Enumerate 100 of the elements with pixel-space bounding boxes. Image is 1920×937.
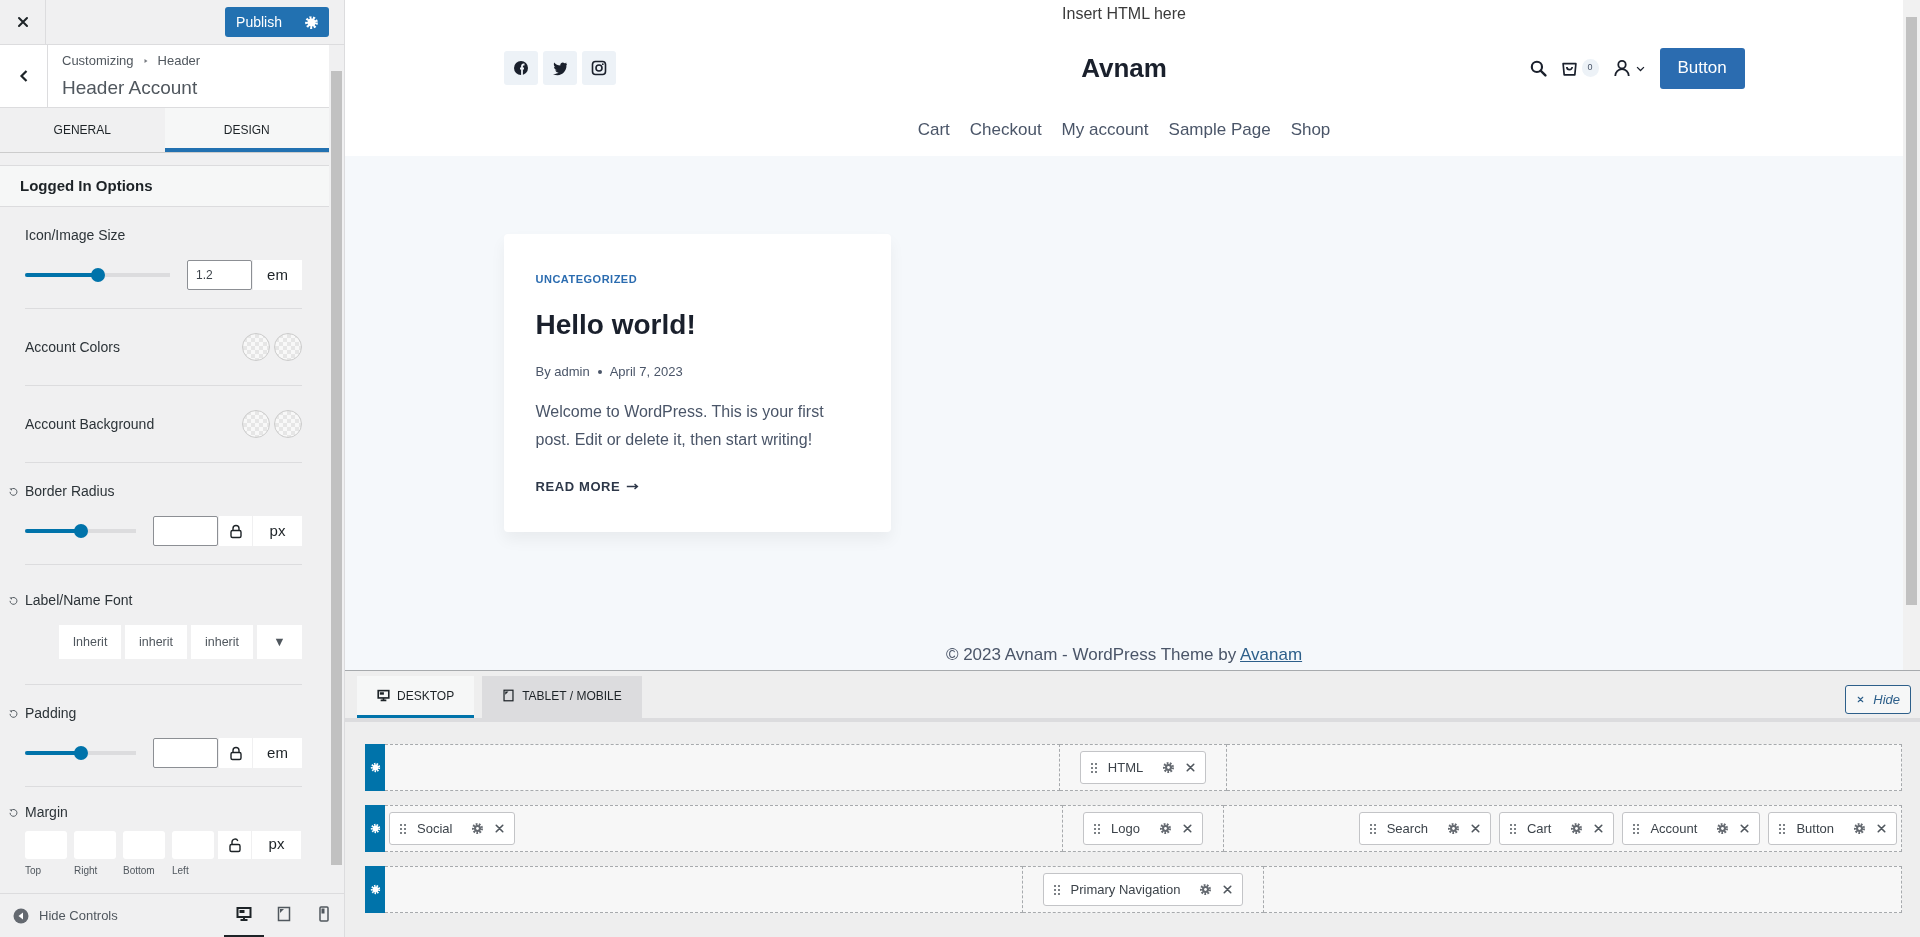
desktop-icon[interactable] <box>236 906 252 922</box>
category-link[interactable]: UNCATEGORIZED <box>535 273 638 285</box>
post-title[interactable]: Hello world! <box>535 304 859 346</box>
field-caption: Right <box>74 863 99 878</box>
reset-icon[interactable] <box>8 595 19 606</box>
hide-button[interactable]: Hide <box>1845 685 1911 714</box>
remove-icon[interactable] <box>1468 822 1482 835</box>
drag-handle-icon[interactable] <box>1367 821 1378 836</box>
dropdown-button[interactable]: ▼ <box>257 625 302 659</box>
nav-link[interactable]: Checkout <box>969 117 1042 143</box>
lock-icon[interactable] <box>227 745 244 761</box>
drag-handle-icon[interactable] <box>1507 821 1518 836</box>
builder-tab[interactable]: DESKTOP <box>357 676 475 718</box>
settings-icon[interactable] <box>1716 822 1730 835</box>
tablet-icon[interactable] <box>502 689 516 702</box>
unit-button[interactable]: em <box>253 738 302 768</box>
social-link[interactable] <box>542 51 577 85</box>
field-caption: Bottom <box>123 863 156 878</box>
nav-link[interactable]: Cart <box>917 117 950 143</box>
nav-link[interactable]: Shop <box>1290 117 1331 143</box>
unit-button[interactable]: px <box>253 516 302 546</box>
slider-thumb[interactable] <box>90 268 105 282</box>
font-setting-button[interactable]: Inherit <box>59 625 121 659</box>
breadcrumb-item: Header <box>157 52 201 70</box>
lock-icon[interactable] <box>226 836 243 853</box>
drag-handle-icon[interactable] <box>398 821 408 836</box>
builder-item[interactable]: HTML <box>1079 751 1207 784</box>
control-label: Icon/Image Size <box>25 226 126 245</box>
builder-item[interactable]: Account <box>1622 812 1761 845</box>
close-icon[interactable] <box>1856 695 1866 704</box>
scrollbar[interactable] <box>1903 0 1920 670</box>
row-settings-button[interactable] <box>365 744 385 791</box>
hide-controls-button[interactable]: Hide Controls <box>13 905 118 926</box>
builder-item[interactable]: Search <box>1358 812 1491 845</box>
builder-tab[interactable]: TABLET / MOBILE <box>482 676 642 718</box>
nav-link[interactable]: Sample Page <box>1168 117 1271 143</box>
settings-icon[interactable] <box>1199 883 1213 896</box>
number-field[interactable]: 1.2 <box>187 260 252 290</box>
desktop-icon[interactable] <box>377 689 390 702</box>
publish-button[interactable]: Publish <box>225 7 329 37</box>
drag-handle-icon[interactable] <box>1777 821 1788 836</box>
unit-button[interactable]: px <box>252 830 301 859</box>
slider-thumb[interactable] <box>73 746 88 760</box>
color-swatch[interactable] <box>242 333 270 361</box>
builder-item[interactable]: Cart <box>1498 812 1615 845</box>
tablet-icon[interactable] <box>276 906 292 922</box>
footer-credit: © 2023 Avnam - WordPress Theme by Avanam <box>944 643 1304 666</box>
builder-item[interactable]: Primary Navigation <box>1042 873 1244 906</box>
settings-icon[interactable] <box>1162 761 1176 774</box>
read-more-link[interactable]: READ MORE <box>535 476 640 496</box>
reset-icon[interactable] <box>8 486 19 497</box>
field-caption: Left <box>172 863 190 878</box>
row-settings-button[interactable] <box>365 805 385 852</box>
lock-button[interactable] <box>218 830 251 859</box>
drag-handle-icon[interactable] <box>1051 882 1062 897</box>
color-swatch[interactable] <box>242 410 270 438</box>
settings-icon[interactable] <box>1853 822 1866 835</box>
post-date[interactable]: April 7, 2023 <box>609 362 683 382</box>
remove-icon[interactable] <box>1875 822 1888 835</box>
bird-icon <box>551 60 568 76</box>
font-setting-button[interactable]: inherit <box>191 625 253 659</box>
field-caption: Top <box>25 863 43 878</box>
panel-tab[interactable]: DESIGN <box>164 108 329 152</box>
settings-icon[interactable] <box>1446 822 1460 835</box>
color-swatch[interactable] <box>274 410 302 438</box>
builder-item[interactable]: Social <box>389 812 516 845</box>
settings-icon[interactable] <box>1570 822 1584 835</box>
social-link[interactable] <box>503 51 538 85</box>
unit-button[interactable]: em <box>253 260 302 290</box>
settings-icon[interactable] <box>471 822 485 835</box>
nav-link[interactable]: My account <box>1061 117 1149 143</box>
number-field[interactable] <box>153 516 218 546</box>
account-icon[interactable] <box>1612 59 1631 77</box>
number-field[interactable] <box>153 738 218 768</box>
panel-title: Header Account <box>62 75 199 100</box>
lock-button[interactable] <box>219 738 252 768</box>
drag-handle-icon[interactable] <box>1088 760 1099 775</box>
post-author[interactable]: By admin <box>535 362 590 382</box>
search-icon[interactable] <box>1529 59 1547 77</box>
font-setting-button[interactable]: inherit <box>125 625 187 659</box>
social-link[interactable] <box>581 51 616 85</box>
reset-icon[interactable] <box>8 708 19 719</box>
color-swatch[interactable] <box>274 333 302 361</box>
control-label: Label/Name Font <box>25 591 133 610</box>
drag-handle-icon[interactable] <box>1631 821 1642 836</box>
control-label: Margin <box>25 802 68 822</box>
remove-icon[interactable] <box>1180 822 1194 835</box>
drag-handle-icon[interactable] <box>1092 821 1103 836</box>
settings-icon[interactable] <box>1158 822 1172 835</box>
site-logo[interactable]: Avnam <box>917 48 1331 88</box>
slider-thumb[interactable] <box>73 524 88 538</box>
row-settings-button[interactable] <box>365 866 385 913</box>
phone-icon[interactable] <box>316 906 332 922</box>
footer-link[interactable]: Avanam <box>1240 644 1303 664</box>
lock-icon[interactable] <box>227 523 244 539</box>
lock-button[interactable] <box>219 516 252 546</box>
builder-item[interactable]: Logo <box>1083 812 1203 845</box>
builder-item[interactable]: Button <box>1768 812 1897 845</box>
reset-icon[interactable] <box>8 806 19 818</box>
header-button[interactable]: Button <box>1659 47 1745 89</box>
